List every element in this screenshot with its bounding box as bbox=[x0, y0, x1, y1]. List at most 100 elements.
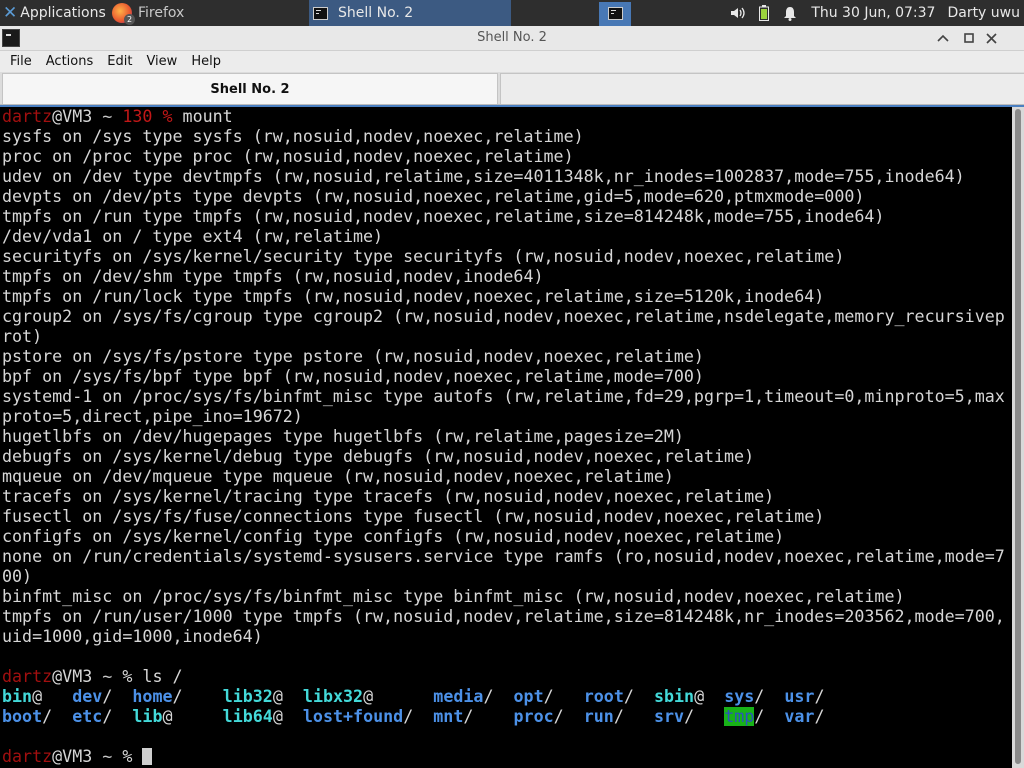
terminal-launcher-button[interactable] bbox=[599, 1, 631, 26]
terminal-icon[interactable] bbox=[2, 29, 20, 47]
output-line: bpf on /sys/fs/bpf type bpf (rw,nosuid,n… bbox=[2, 367, 704, 386]
command-text: ls / bbox=[142, 667, 183, 686]
applications-menu[interactable]: ✕ Applications bbox=[0, 0, 108, 26]
output-line: cgroup2 on /sys/fs/cgroup type cgroup2 (… bbox=[2, 307, 1005, 326]
xfce-icon: ✕ bbox=[3, 3, 18, 23]
ls-entry: libx32 bbox=[302, 687, 364, 706]
close-button[interactable] bbox=[982, 29, 1000, 47]
ls-entry-suffix: @ bbox=[694, 687, 705, 706]
taskbar-firefox[interactable]: 2 Firefox bbox=[108, 0, 306, 26]
menu-edit[interactable]: Edit bbox=[100, 51, 139, 72]
output-line: uid=1000,gid=1000,inode64) bbox=[2, 627, 263, 646]
ls-entry: etc bbox=[72, 707, 103, 726]
chevron-up-icon bbox=[937, 34, 949, 42]
prompt-line: dartz@VM3 ~ % ls / bbox=[2, 667, 183, 686]
output-line: pstore on /sys/fs/pstore type pstore (rw… bbox=[2, 347, 704, 366]
output-line: udev on /dev type devtmpfs (rw,nosuid,re… bbox=[2, 167, 965, 186]
menu-file[interactable]: File bbox=[3, 51, 39, 72]
menu-view[interactable]: View bbox=[139, 51, 184, 72]
window-titlebar[interactable]: Shell No. 2 bbox=[0, 26, 1024, 51]
output-line: debugfs on /sys/kernel/debug type debugf… bbox=[2, 447, 755, 466]
notification-bell-icon[interactable] bbox=[777, 0, 803, 26]
ls-entry-suffix: / bbox=[814, 687, 825, 706]
output-line: securityfs on /sys/kernel/security type … bbox=[2, 247, 845, 266]
ls-entry: lib32 bbox=[222, 687, 273, 706]
tab-bar: Shell No. 2 bbox=[0, 72, 1024, 105]
output-line: sysfs on /sys type sysfs (rw,nosuid,node… bbox=[2, 127, 584, 146]
output-line: tmpfs on /run/user/1000 type tmpfs (rw,n… bbox=[2, 607, 1005, 626]
terminal-view[interactable]: dartz@VM3 ~ 130 % mount sysfs on /sys ty… bbox=[0, 107, 1012, 768]
ls-entry: tmp bbox=[724, 707, 755, 726]
menu-bar: File Actions Edit View Help bbox=[0, 51, 1024, 72]
ls-entry-suffix: / bbox=[543, 687, 554, 706]
menu-actions[interactable]: Actions bbox=[39, 51, 101, 72]
ls-entry: run bbox=[583, 707, 614, 726]
clock[interactable]: Thu 30 Jun, 07:37 bbox=[803, 5, 947, 21]
ls-entry: root bbox=[583, 687, 624, 706]
ls-entry-suffix: / bbox=[463, 707, 474, 726]
maximize-button[interactable] bbox=[960, 29, 978, 47]
terminal-lines: dartz@VM3 ~ 130 % mount sysfs on /sys ty… bbox=[2, 107, 1005, 767]
command-text: mount bbox=[182, 107, 233, 126]
ls-entry-suffix: / bbox=[42, 707, 53, 726]
ls-entry: sys bbox=[724, 687, 755, 706]
ls-entry: dev bbox=[72, 687, 103, 706]
prompt-line: dartz@VM3 ~ 130 % mount bbox=[2, 107, 233, 126]
firefox-icon: 2 bbox=[112, 3, 135, 25]
ls-entry: lost+found bbox=[302, 707, 404, 726]
terminal-icon bbox=[607, 7, 623, 20]
window-count-badge: 2 bbox=[124, 14, 135, 25]
ls-entry: proc bbox=[513, 707, 554, 726]
minimize-button[interactable] bbox=[934, 29, 952, 47]
output-line: systemd-1 on /proc/sys/fs/binfmt_misc ty… bbox=[2, 387, 1005, 406]
ls-entry: srv bbox=[653, 707, 685, 726]
output-line: mqueue on /dev/mqueue type mqueue (rw,no… bbox=[2, 467, 674, 486]
terminal-scrollbar[interactable] bbox=[1012, 107, 1024, 768]
output-line: none on /run/credentials/systemd-sysuser… bbox=[2, 547, 1005, 566]
output-line: 00) bbox=[2, 567, 33, 586]
tab-shell-no-2[interactable]: Shell No. 2 bbox=[2, 73, 498, 104]
ls-entry-suffix: / bbox=[102, 687, 113, 706]
output-line: binfmt_misc on /proc/sys/fs/binfmt_misc … bbox=[2, 587, 905, 606]
battery-icon[interactable] bbox=[751, 0, 777, 26]
taskbar-firefox-label: Firefox bbox=[138, 5, 185, 21]
ls-entry: lib bbox=[132, 707, 163, 726]
output-line: tracefs on /sys/kernel/tracing type trac… bbox=[2, 487, 775, 506]
output-line: hugetlbfs on /dev/hugepages type hugetlb… bbox=[2, 427, 684, 446]
close-icon bbox=[985, 32, 997, 44]
ls-row: bin@ dev/ home/ lib32@ libx32@ media/ op… bbox=[2, 687, 1005, 707]
scrollbar-thumb[interactable] bbox=[1015, 109, 1021, 764]
ls-entry-suffix: @ bbox=[272, 707, 283, 726]
ls-entry-suffix: @ bbox=[363, 687, 374, 706]
menu-help[interactable]: Help bbox=[184, 51, 228, 72]
user-menu[interactable]: Darty uwu bbox=[947, 5, 1024, 21]
ls-entry-suffix: / bbox=[754, 687, 765, 706]
taskbar-shell[interactable]: Shell No. 2 bbox=[309, 0, 511, 26]
ls-entry-suffix: / bbox=[814, 707, 825, 726]
top-panel: ✕ Applications 2 Firefox Shell No. 2 Thu… bbox=[0, 0, 1024, 26]
system-tray: Thu 30 Jun, 07:37 Darty uwu bbox=[725, 0, 1024, 26]
ls-entry: opt bbox=[513, 687, 544, 706]
ls-entry-suffix: / bbox=[102, 707, 113, 726]
terminal-icon bbox=[313, 6, 328, 20]
ls-entry: mnt bbox=[433, 707, 464, 726]
ls-entry-suffix: / bbox=[684, 707, 695, 726]
output-line: fusectl on /sys/fs/fuse/connections type… bbox=[2, 507, 825, 526]
volume-icon[interactable] bbox=[725, 0, 751, 26]
exit-status: 130 bbox=[122, 107, 153, 126]
ls-entry: media bbox=[433, 687, 484, 706]
ls-entry: usr bbox=[784, 687, 815, 706]
ls-entry: lib64 bbox=[222, 707, 273, 726]
ls-entry-suffix: @ bbox=[162, 707, 173, 726]
output-line: configfs on /sys/kernel/config type conf… bbox=[2, 527, 785, 546]
applications-label: Applications bbox=[20, 5, 106, 21]
maximize-icon bbox=[964, 33, 974, 43]
output-line: devpts on /dev/pts type devpts (rw,nosui… bbox=[2, 187, 865, 206]
output-line: tmpfs on /run type tmpfs (rw,nosuid,node… bbox=[2, 207, 885, 226]
ls-entry: home bbox=[132, 687, 173, 706]
ls-entry-suffix: / bbox=[483, 687, 494, 706]
command-output: sysfs on /sys type sysfs (rw,nosuid,node… bbox=[2, 127, 1005, 667]
output-line: tmpfs on /dev/shm type tmpfs (rw,nosuid,… bbox=[2, 267, 544, 286]
